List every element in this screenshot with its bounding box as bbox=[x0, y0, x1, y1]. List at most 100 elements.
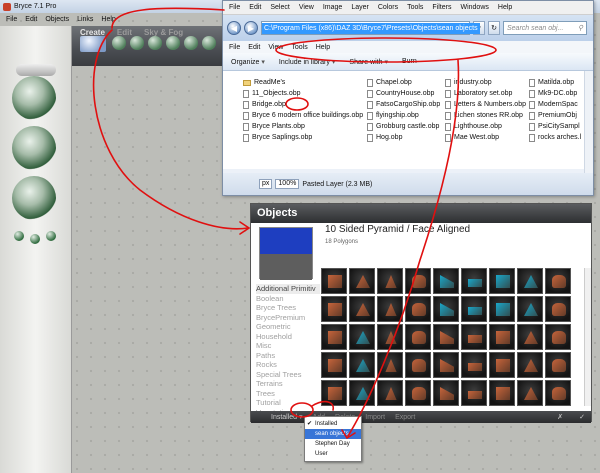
object-thumbnail[interactable] bbox=[377, 352, 403, 378]
ok-icon[interactable]: ✓ bbox=[579, 413, 585, 421]
object-thumbnail[interactable] bbox=[517, 352, 543, 378]
back-arrow-icon[interactable]: ◀ bbox=[227, 21, 241, 35]
list-item[interactable]: Chapel.obp bbox=[367, 77, 440, 88]
object-thumbnail[interactable] bbox=[545, 296, 571, 322]
menu-item-sean-objects[interactable]: sean objects bbox=[305, 429, 361, 439]
list-item[interactable]: Mk9-DC.obp bbox=[529, 88, 581, 99]
burn-button[interactable]: Burn bbox=[402, 58, 417, 65]
category-trees[interactable]: Trees bbox=[256, 389, 320, 399]
object-thumbnail[interactable] bbox=[489, 324, 515, 350]
search-input[interactable]: Search sean obj... ⚲ bbox=[503, 21, 587, 35]
object-thumbnail[interactable] bbox=[349, 268, 375, 294]
category-additional-primitives[interactable]: Additional Primitiv bbox=[256, 284, 320, 294]
camera-view-icon[interactable] bbox=[12, 76, 56, 120]
list-item[interactable]: ModernSpac bbox=[529, 99, 581, 110]
list-item[interactable]: Bryce 6 modern office buildings.obp bbox=[243, 110, 363, 121]
object-thumbnail[interactable] bbox=[545, 352, 571, 378]
bryce-menu-links[interactable]: Links bbox=[77, 16, 93, 23]
explorer-menu-view[interactable]: View bbox=[268, 44, 283, 51]
object-thumbnail[interactable] bbox=[349, 324, 375, 350]
address-bar[interactable]: C:\Program Files (x86)\DAZ 3D\Bryce7\Pre… bbox=[261, 21, 480, 35]
trackball-icon[interactable] bbox=[12, 126, 56, 170]
object-thumbnail[interactable] bbox=[461, 268, 487, 294]
render-controls[interactable] bbox=[16, 64, 56, 76]
object-thumbnail[interactable] bbox=[545, 268, 571, 294]
share-with-button[interactable]: Share with ▾ bbox=[349, 58, 388, 66]
list-item[interactable]: Hog.obp bbox=[367, 132, 440, 143]
list-item[interactable]: Laboratory set.obp bbox=[445, 88, 526, 99]
object-thumbnail[interactable] bbox=[321, 324, 347, 350]
list-item[interactable]: rocks arches.l bbox=[529, 132, 581, 143]
object-thumbnail[interactable] bbox=[377, 380, 403, 406]
create-rock-icon[interactable] bbox=[148, 36, 162, 50]
object-thumbnail[interactable] bbox=[461, 352, 487, 378]
list-item[interactable]: PsiCitySampl bbox=[529, 121, 581, 132]
bryce-menu-edit[interactable]: Edit bbox=[25, 16, 37, 23]
object-thumbnail[interactable] bbox=[321, 268, 347, 294]
import-button[interactable]: Import bbox=[365, 414, 385, 421]
menu-item-stephen-day[interactable]: Stephen Day bbox=[305, 439, 361, 449]
list-item[interactable]: Letters & Numbers.obp bbox=[445, 99, 526, 110]
object-thumbnail[interactable] bbox=[405, 324, 431, 350]
object-thumbnail[interactable] bbox=[489, 296, 515, 322]
object-thumbnail[interactable] bbox=[349, 380, 375, 406]
object-thumbnail[interactable] bbox=[433, 380, 459, 406]
category-brycepremium[interactable]: BrycePremium bbox=[256, 313, 320, 323]
menu-windows[interactable]: Windows bbox=[460, 4, 488, 11]
create-tree-icon[interactable] bbox=[130, 36, 144, 50]
list-item[interactable]: CountryHouse.obp bbox=[367, 88, 440, 99]
organize-button[interactable]: Organize ▾ bbox=[231, 58, 265, 66]
object-thumbnail[interactable] bbox=[545, 324, 571, 350]
category-terrains[interactable]: Terrains bbox=[256, 379, 320, 389]
forward-arrow-icon[interactable]: ▶ bbox=[244, 21, 258, 35]
menu-item-installed[interactable]: ✔ Installed bbox=[305, 419, 361, 429]
category-rocks[interactable]: Rocks bbox=[256, 360, 320, 370]
list-item[interactable]: PremiumObj bbox=[529, 110, 581, 121]
object-thumbnail[interactable] bbox=[461, 324, 487, 350]
cancel-icon[interactable]: ✗ bbox=[557, 413, 563, 421]
object-thumbnail[interactable] bbox=[377, 324, 403, 350]
address-path[interactable]: C:\Program Files (x86)\DAZ 3D\Bryce7\Pre… bbox=[262, 22, 480, 34]
object-thumbnail[interactable] bbox=[433, 296, 459, 322]
zoom-select[interactable]: 100% bbox=[275, 179, 300, 189]
category-bryce-trees[interactable]: Bryce Trees bbox=[256, 303, 320, 313]
object-thumbnail[interactable] bbox=[489, 268, 515, 294]
category-boolean[interactable]: Boolean bbox=[256, 294, 320, 304]
tab-sky-fog[interactable]: Sky & Fog bbox=[144, 28, 183, 37]
pan-icon[interactable] bbox=[30, 234, 40, 244]
bryce-menu-file[interactable]: File bbox=[6, 16, 17, 23]
object-thumbnail[interactable] bbox=[377, 296, 403, 322]
menu-help[interactable]: Help bbox=[498, 4, 512, 11]
list-item[interactable]: industry.obp bbox=[445, 77, 526, 88]
explorer-menu-file[interactable]: File bbox=[229, 44, 240, 51]
category-paths[interactable]: Paths bbox=[256, 351, 320, 361]
list-item[interactable]: Matilda.obp bbox=[529, 77, 581, 88]
object-thumbnail[interactable] bbox=[377, 268, 403, 294]
object-thumbnail[interactable] bbox=[321, 380, 347, 406]
collection-select[interactable]: Installed ▾ bbox=[271, 413, 303, 421]
object-thumbnail[interactable] bbox=[489, 352, 515, 378]
list-item[interactable]: ReadMe's bbox=[243, 77, 363, 88]
list-item[interactable]: Bridge.obp bbox=[243, 99, 363, 110]
bryce-menu-help[interactable]: Help bbox=[101, 16, 115, 23]
zoom-out-icon[interactable] bbox=[14, 231, 24, 241]
object-thumbnail[interactable] bbox=[517, 380, 543, 406]
object-thumbnail[interactable] bbox=[349, 296, 375, 322]
list-item[interactable]: Lichen stones RR.obp bbox=[445, 110, 526, 121]
explorer-menu-tools[interactable]: Tools bbox=[291, 44, 307, 51]
object-thumbnail[interactable] bbox=[489, 380, 515, 406]
create-water-plane-icon[interactable] bbox=[80, 36, 106, 52]
category-household[interactable]: Household bbox=[256, 332, 320, 342]
explorer-menu-edit[interactable]: Edit bbox=[248, 44, 260, 51]
export-button[interactable]: Export bbox=[395, 414, 415, 421]
object-thumbnail[interactable] bbox=[321, 296, 347, 322]
list-item[interactable]: Mae West.obp bbox=[445, 132, 526, 143]
explorer-menu-help[interactable]: Help bbox=[316, 44, 330, 51]
object-thumbnail[interactable] bbox=[321, 352, 347, 378]
menu-filters[interactable]: Filters bbox=[432, 4, 451, 11]
menu-select[interactable]: Select bbox=[270, 4, 289, 11]
list-item[interactable]: flyingship.obp bbox=[367, 110, 440, 121]
menu-tools[interactable]: Tools bbox=[407, 4, 423, 11]
zoom-in-icon[interactable] bbox=[46, 231, 56, 241]
menu-view[interactable]: View bbox=[299, 4, 314, 11]
